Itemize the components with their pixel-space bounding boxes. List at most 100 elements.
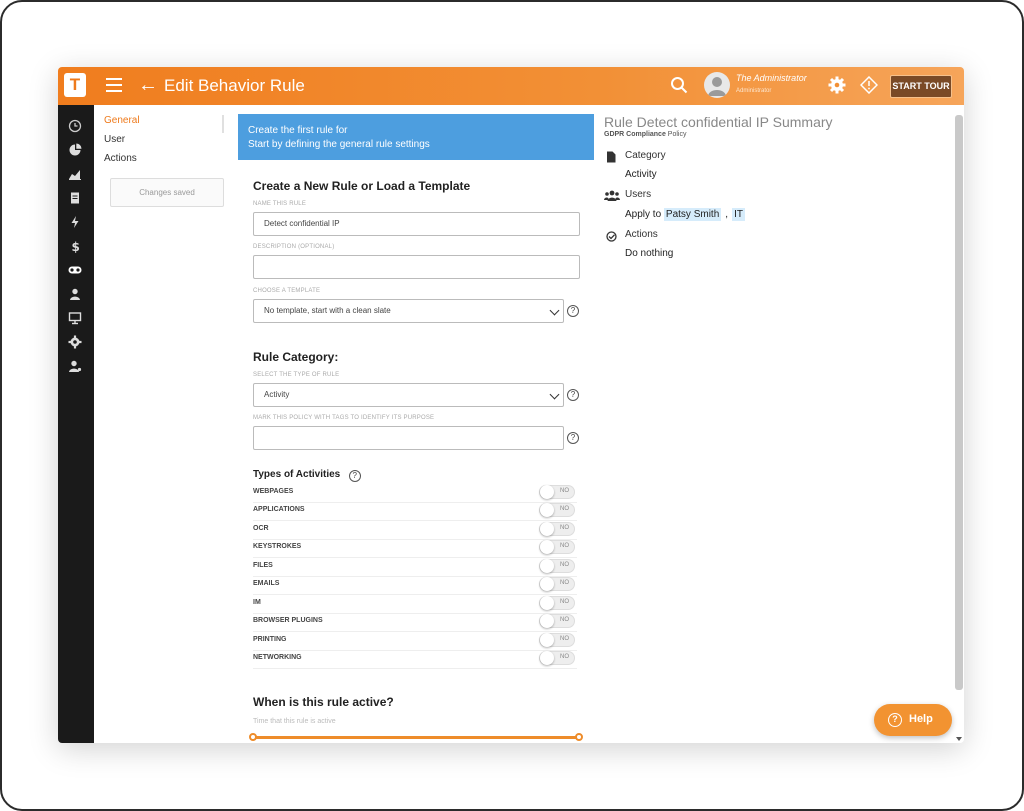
template-select[interactable]: No template, start with a clean slate (253, 299, 564, 323)
toggle-knob (540, 651, 554, 665)
activity-toggle[interactable]: NO (539, 577, 575, 591)
activity-row: PRINTING NO (253, 633, 577, 651)
rule-name-input[interactable]: Detect confidential IP (253, 212, 580, 236)
toggle-state: NO (560, 562, 569, 568)
activity-toggle[interactable]: NO (539, 614, 575, 628)
activity-row: NETWORKING NO (253, 651, 577, 669)
activity-toggle[interactable]: NO (539, 485, 575, 499)
activity-toggle[interactable]: NO (539, 559, 575, 573)
app-logo[interactable]: T (64, 73, 86, 97)
activity-toggle[interactable]: NO (539, 503, 575, 517)
step-user[interactable]: User (104, 134, 230, 145)
summary-policy-name: GDPR Compliance (604, 131, 666, 138)
activity-label: WEBPAGES (253, 488, 294, 495)
summary-actions-value: Do nothing (625, 248, 674, 259)
document-icon[interactable] (68, 191, 82, 205)
template-label: CHOOSE A TEMPLATE (253, 288, 321, 294)
activity-toggle[interactable]: NO (539, 596, 575, 610)
activity-toggle[interactable]: NO (539, 540, 575, 554)
top-bar: T ← Edit Behavior Rule The Administrator… (58, 67, 964, 105)
check-circle-icon (606, 231, 617, 242)
rule-type-select[interactable]: Activity (253, 383, 564, 407)
activity-row: IM NO (253, 596, 577, 614)
gear-icon[interactable] (828, 76, 846, 94)
activities-heading-row: Types of Activities ? (253, 464, 361, 482)
activity-toggle[interactable]: NO (539, 633, 575, 647)
template-select-value: No template, start with a clean slate (264, 306, 391, 315)
rule-active-heading: When is this rule active? (253, 695, 394, 709)
banner-line-2: Start by defining the general rule setti… (248, 139, 430, 150)
activity-label: KEYSTROKES (253, 543, 302, 550)
back-arrow-icon[interactable]: ← (138, 73, 158, 97)
activity-label: APPLICATIONS (253, 506, 305, 513)
user-chip-patsy-smith[interactable]: Patsy Smith (663, 208, 722, 221)
toggle-state: NO (560, 543, 569, 549)
activity-row: APPLICATIONS NO (253, 503, 577, 521)
clock-icon[interactable] (68, 119, 82, 133)
help-button-label: Help (909, 713, 933, 725)
user-chip-separator: , (725, 209, 729, 220)
activity-toggle[interactable]: NO (539, 651, 575, 665)
rule-category-heading: Rule Category: (253, 350, 339, 364)
toggle-state: NO (560, 525, 569, 531)
area-chart-icon[interactable] (68, 167, 82, 181)
activities-help-icon[interactable]: ? (348, 470, 361, 482)
activity-row: WEBPAGES NO (253, 485, 577, 503)
create-rule-heading: Create a New Rule or Load a Template (253, 179, 471, 193)
users-icon[interactable] (68, 287, 82, 301)
activity-row: BROWSER PLUGINS NO (253, 614, 577, 632)
summary-users-value: Apply to Patsy Smith, IT (625, 208, 745, 221)
help-button[interactable]: ? Help (874, 704, 952, 736)
toggle-knob (540, 614, 554, 628)
vertical-scrollbar[interactable] (955, 115, 963, 690)
time-range-bar[interactable] (253, 736, 579, 739)
tags-help-icon[interactable]: ? (567, 432, 579, 444)
summary-policy: GDPR Compliance Policy (604, 131, 954, 138)
summary-users-label: Users (625, 189, 652, 200)
settings-gear-icon[interactable] (68, 335, 82, 349)
tags-label: MARK THIS POLICY WITH TAGS TO IDENTIFY I… (253, 415, 435, 421)
summary-apply-to: Apply to (625, 209, 662, 220)
lightning-icon[interactable] (68, 215, 82, 229)
search-icon[interactable] (670, 76, 688, 94)
hamburger-menu-icon[interactable] (106, 78, 122, 92)
dollar-icon[interactable]: $ (68, 239, 82, 253)
chevron-down-icon (549, 389, 560, 400)
chevron-down-icon (549, 305, 560, 316)
start-tour-button[interactable]: START TOUR (890, 75, 952, 98)
summary-category-value: Activity (625, 169, 657, 180)
document-icon (607, 151, 616, 163)
activity-label: BROWSER PLUGINS (253, 617, 323, 624)
monitor-icon[interactable] (68, 311, 82, 325)
toggle-knob (540, 503, 554, 517)
user-chip-it[interactable]: IT (732, 208, 745, 221)
activity-label: EMAILS (253, 580, 280, 587)
activity-row: EMAILS NO (253, 577, 577, 595)
rule-type-help-icon[interactable]: ? (567, 389, 579, 401)
activity-toggle[interactable]: NO (539, 522, 575, 536)
description-input[interactable] (253, 255, 580, 279)
toggle-state: NO (560, 506, 569, 512)
user-admin-icon[interactable] (68, 359, 82, 373)
pie-chart-icon[interactable] (68, 143, 82, 157)
behavior-rules-icon[interactable] (68, 263, 82, 277)
scroll-down-arrow-icon[interactable] (956, 737, 962, 741)
step-general[interactable]: General (104, 115, 230, 126)
toggle-state: NO (560, 654, 569, 660)
toggle-state: NO (560, 636, 569, 642)
activities-heading: Types of Activities (253, 469, 341, 480)
avatar[interactable] (704, 72, 730, 98)
alert-diamond-icon[interactable] (860, 76, 878, 94)
activity-label: IM (253, 599, 261, 606)
toggle-state: NO (560, 599, 569, 605)
time-range-end-handle[interactable] (575, 733, 583, 741)
rule-summary-panel: Rule Detect confidential IP Summary GDPR… (604, 114, 954, 138)
template-help-icon[interactable]: ? (567, 305, 579, 317)
rule-type-label: SELECT THE TYPE OF RULE (253, 372, 340, 378)
tags-input[interactable] (253, 426, 564, 450)
users-icon (604, 190, 620, 201)
rule-active-subtitle: Time that this rule is active (253, 718, 336, 725)
step-actions[interactable]: Actions (104, 153, 230, 164)
toggle-state: NO (560, 580, 569, 586)
time-range-start-handle[interactable] (249, 733, 257, 741)
